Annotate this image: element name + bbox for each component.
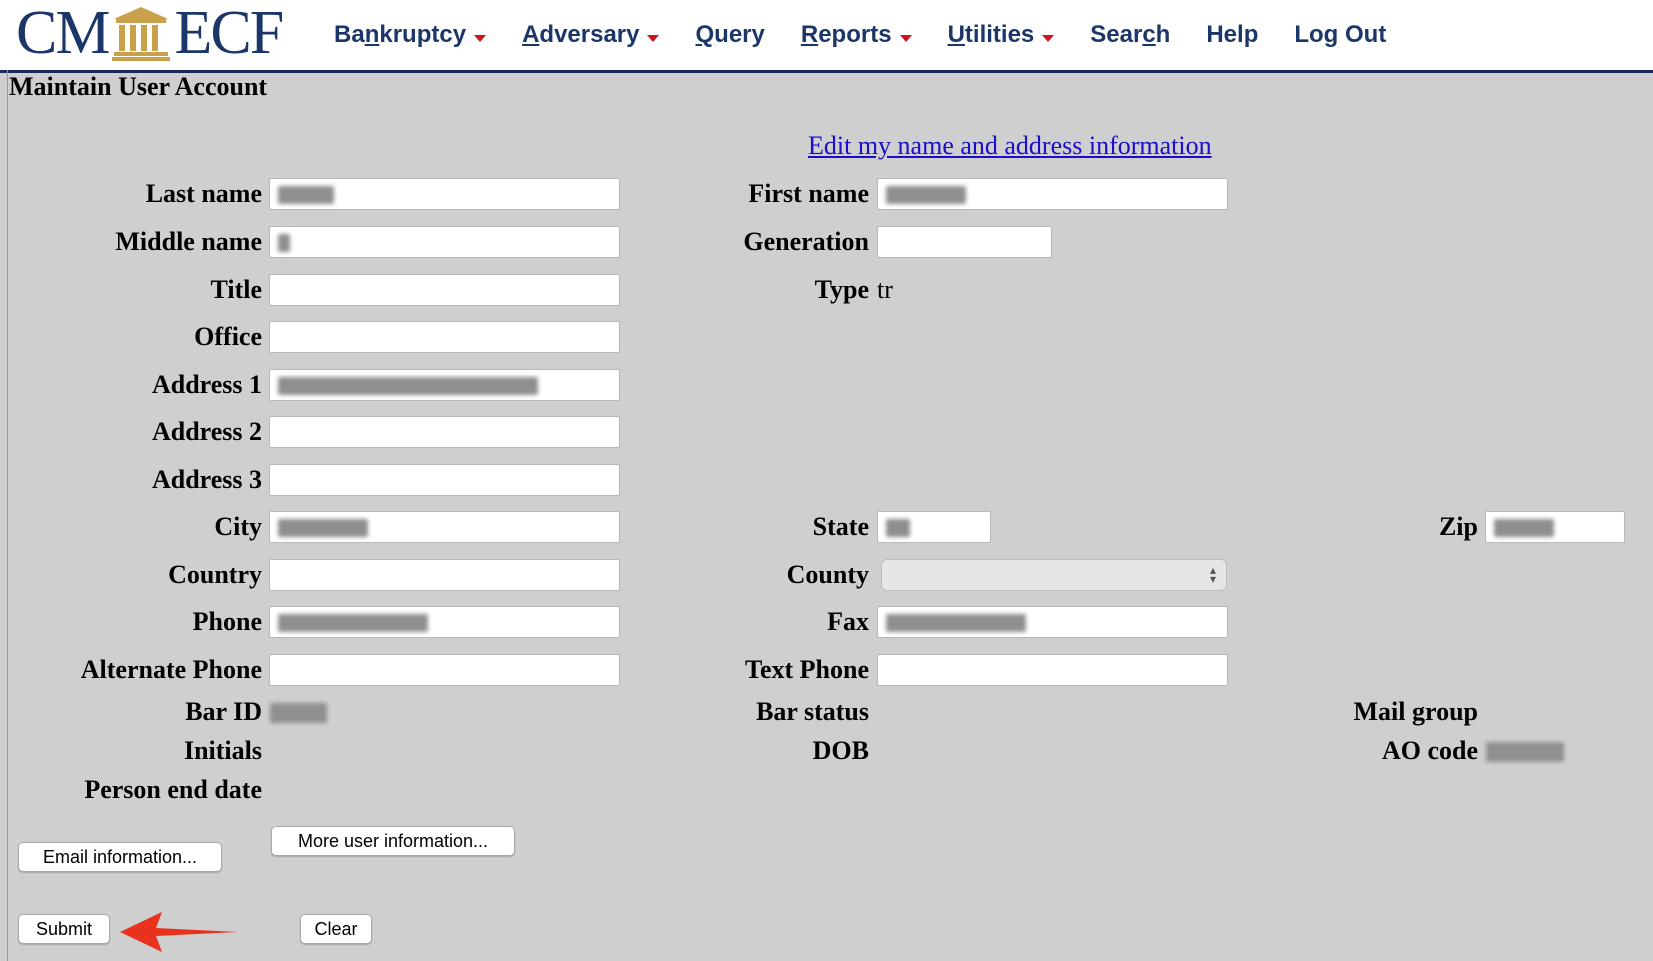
county-select[interactable]: ▴ ▾: [881, 559, 1227, 591]
redacted-value: [278, 234, 290, 252]
cmecf-logo[interactable]: CM ECF: [16, 0, 284, 67]
logo-text-left: CM: [16, 0, 110, 67]
address2-input[interactable]: [269, 416, 620, 448]
dropdown-caret-icon: [899, 34, 912, 42]
alt-phone-input[interactable]: [269, 654, 620, 686]
submit-button[interactable]: Submit: [18, 914, 110, 944]
courthouse-icon: [112, 7, 171, 61]
country-label: Country: [168, 560, 262, 589]
last-name-input[interactable]: [269, 178, 620, 210]
redacted-value: [1494, 519, 1554, 537]
state-label: State: [812, 512, 869, 541]
title-input[interactable]: [269, 274, 620, 306]
header-bar: CM ECF Ba n kruptcy Adversary Query Report…: [0, 0, 1653, 73]
bar-id-value: [270, 703, 327, 723]
address2-label: Address 2: [151, 417, 262, 446]
bar-id-label: Bar ID: [185, 697, 262, 726]
zip-input[interactable]: [1485, 511, 1625, 543]
nav-bankruptcy[interactable]: Ba n kruptcy: [334, 21, 487, 49]
middle-name-input[interactable]: [269, 226, 620, 258]
nav-adversary[interactable]: Adversary: [522, 21, 660, 49]
initials-label: Initials: [183, 736, 262, 765]
phone-label: Phone: [192, 607, 262, 636]
last-name-label: Last name: [145, 179, 262, 208]
type-value: tr: [877, 275, 893, 304]
office-label: Office: [194, 322, 262, 351]
more-user-information-button[interactable]: More user information...: [271, 826, 515, 856]
address3-label: Address 3: [151, 465, 262, 494]
person-end-date-label: Person end date: [84, 775, 262, 804]
address1-input[interactable]: [269, 369, 620, 401]
first-name-label: First name: [748, 179, 869, 208]
fax-input[interactable]: [877, 606, 1228, 638]
redacted-value: [278, 377, 538, 395]
nav-query[interactable]: Query: [695, 21, 764, 49]
middle-name-label: Middle name: [115, 227, 262, 256]
nav-utilities[interactable]: Utilities: [948, 21, 1055, 49]
title-label: Title: [210, 275, 262, 304]
edit-name-address-link[interactable]: Edit my name and address information: [808, 131, 1212, 161]
email-information-button[interactable]: Email information...: [18, 842, 222, 872]
zip-label: Zip: [1438, 512, 1478, 541]
logo-text-right: ECF: [174, 0, 284, 67]
generation-input[interactable]: [877, 226, 1052, 258]
type-label: Type: [814, 275, 869, 304]
nav-logout[interactable]: Log Out: [1294, 21, 1386, 49]
alt-phone-label: Alternate Phone: [80, 655, 262, 684]
nav-reports[interactable]: Reports: [801, 21, 912, 49]
red-arrow-annotation-icon: [120, 912, 238, 952]
select-arrows-icon: ▴ ▾: [1209, 563, 1216, 586]
nav-search[interactable]: Sear c h: [1090, 21, 1170, 49]
nav-help[interactable]: Help: [1206, 21, 1258, 49]
office-input[interactable]: [269, 321, 620, 353]
redacted-value: [278, 186, 334, 204]
text-phone-input[interactable]: [877, 654, 1228, 686]
city-input[interactable]: [269, 511, 620, 543]
page-left-border: [7, 70, 8, 961]
phone-input[interactable]: [269, 606, 620, 638]
state-input[interactable]: [877, 511, 991, 543]
bar-status-label: Bar status: [756, 697, 869, 726]
first-name-input[interactable]: [877, 178, 1228, 210]
mail-group-label: Mail group: [1353, 697, 1478, 726]
city-label: City: [214, 512, 262, 541]
redacted-value: [278, 614, 428, 632]
ao-code-value: [1486, 742, 1564, 762]
page-title: Maintain User Account: [9, 72, 268, 101]
dropdown-caret-icon: [647, 34, 660, 42]
main-nav: Ba n kruptcy Adversary Query Reports Utili…: [334, 0, 1422, 70]
dropdown-caret-icon: [474, 34, 487, 42]
dropdown-caret-icon: [1042, 34, 1055, 42]
address1-label: Address 1: [151, 370, 262, 399]
address3-input[interactable]: [269, 464, 620, 496]
redacted-value: [278, 519, 368, 537]
clear-button[interactable]: Clear: [300, 914, 372, 944]
redacted-value: [886, 519, 910, 537]
generation-label: Generation: [743, 227, 869, 256]
country-input[interactable]: [269, 559, 620, 591]
text-phone-label: Text Phone: [745, 655, 869, 684]
fax-label: Fax: [827, 607, 869, 636]
dob-label: DOB: [812, 736, 869, 765]
redacted-value: [886, 186, 966, 204]
county-label: County: [786, 560, 869, 589]
redacted-value: [886, 614, 1026, 632]
ao-code-label: AO code: [1381, 736, 1478, 765]
